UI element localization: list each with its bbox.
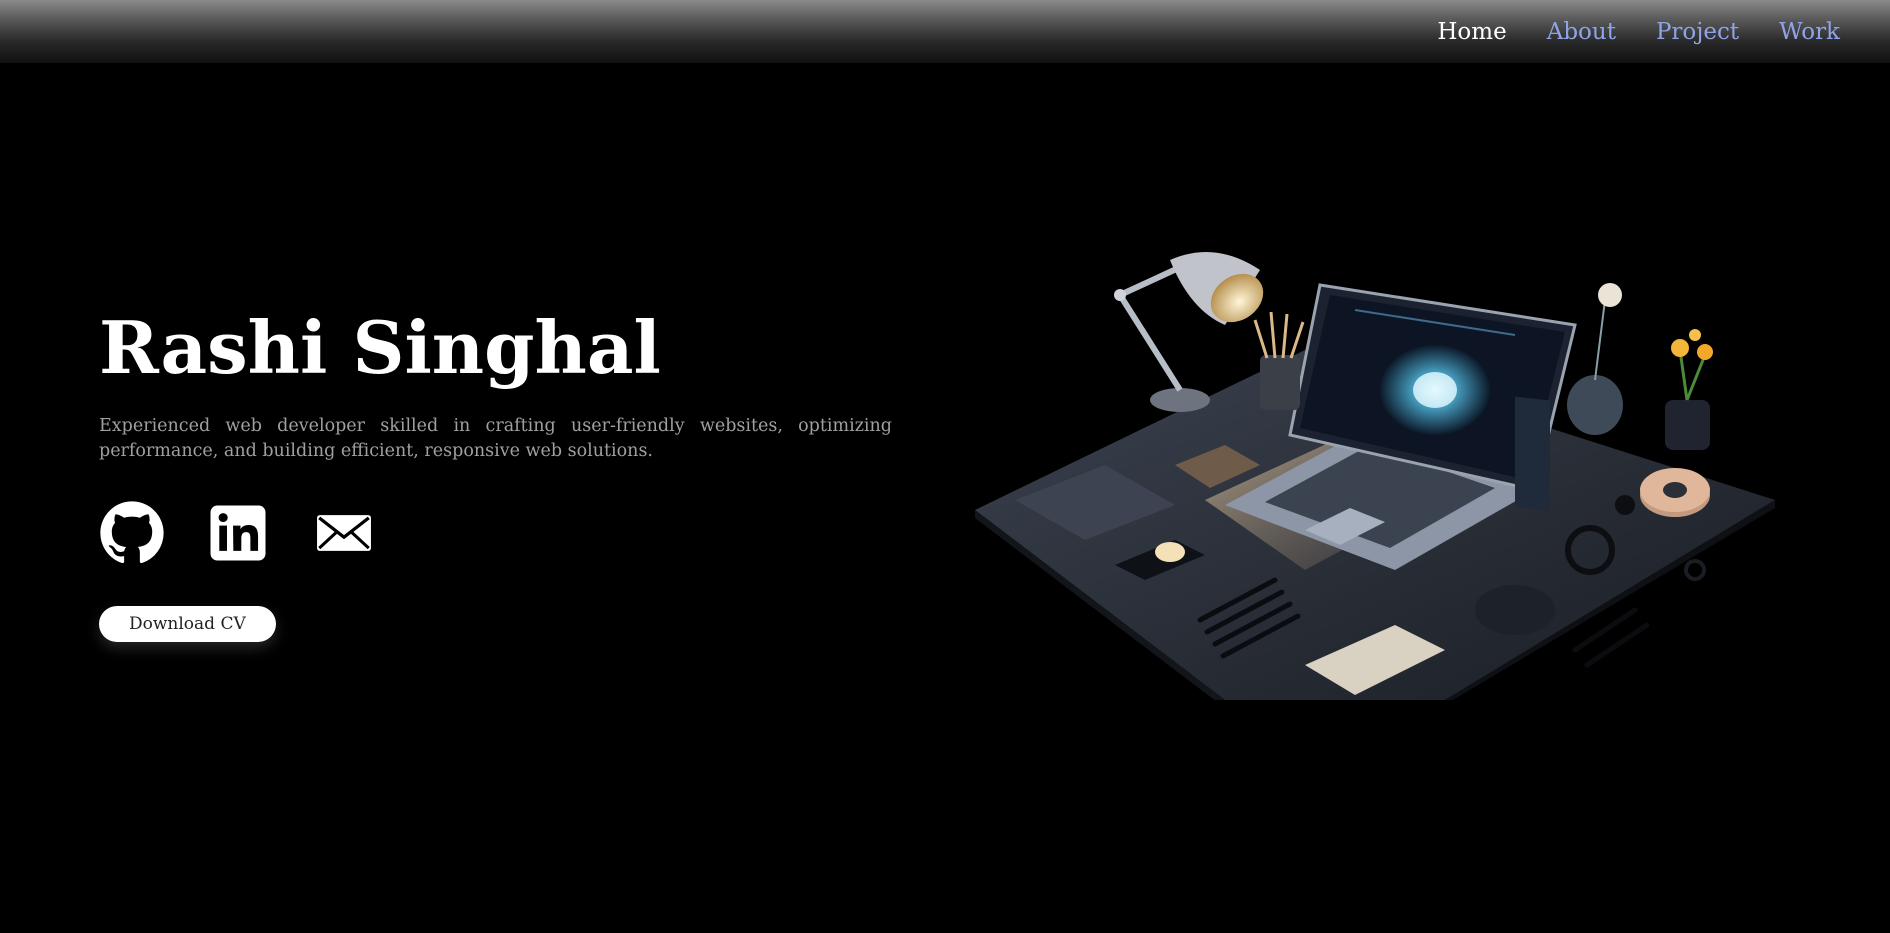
email-link[interactable]: [311, 500, 377, 566]
hero-section: Rashi Singhal Experienced web developer …: [99, 300, 892, 642]
social-links: [99, 500, 892, 566]
pencil-cup: [1260, 355, 1300, 410]
nav-about-link[interactable]: About: [1547, 19, 1616, 45]
linkedin-icon: [210, 505, 266, 561]
mail-icon: [317, 515, 371, 551]
workspace-desk-illustration: [975, 240, 1775, 700]
hero-description: Experienced web developer skilled in cra…: [99, 416, 892, 461]
github-link[interactable]: [99, 500, 165, 566]
vase: [1567, 283, 1623, 435]
nav-home-link[interactable]: Home: [1437, 19, 1506, 45]
mouse: [1475, 585, 1555, 635]
tape-roll: [1640, 468, 1710, 517]
desk-illustration-svg: [975, 252, 1775, 700]
nav-work-link[interactable]: Work: [1779, 19, 1840, 45]
top-navbar: Home About Project Work: [0, 0, 1890, 63]
flower-pot: [1665, 329, 1713, 450]
linkedin-link[interactable]: [205, 500, 271, 566]
hero-name-title: Rashi Singhal: [99, 305, 661, 390]
github-icon: [100, 501, 164, 564]
nav-project-link[interactable]: Project: [1656, 19, 1739, 45]
download-cv-button[interactable]: Download CV: [99, 606, 276, 642]
